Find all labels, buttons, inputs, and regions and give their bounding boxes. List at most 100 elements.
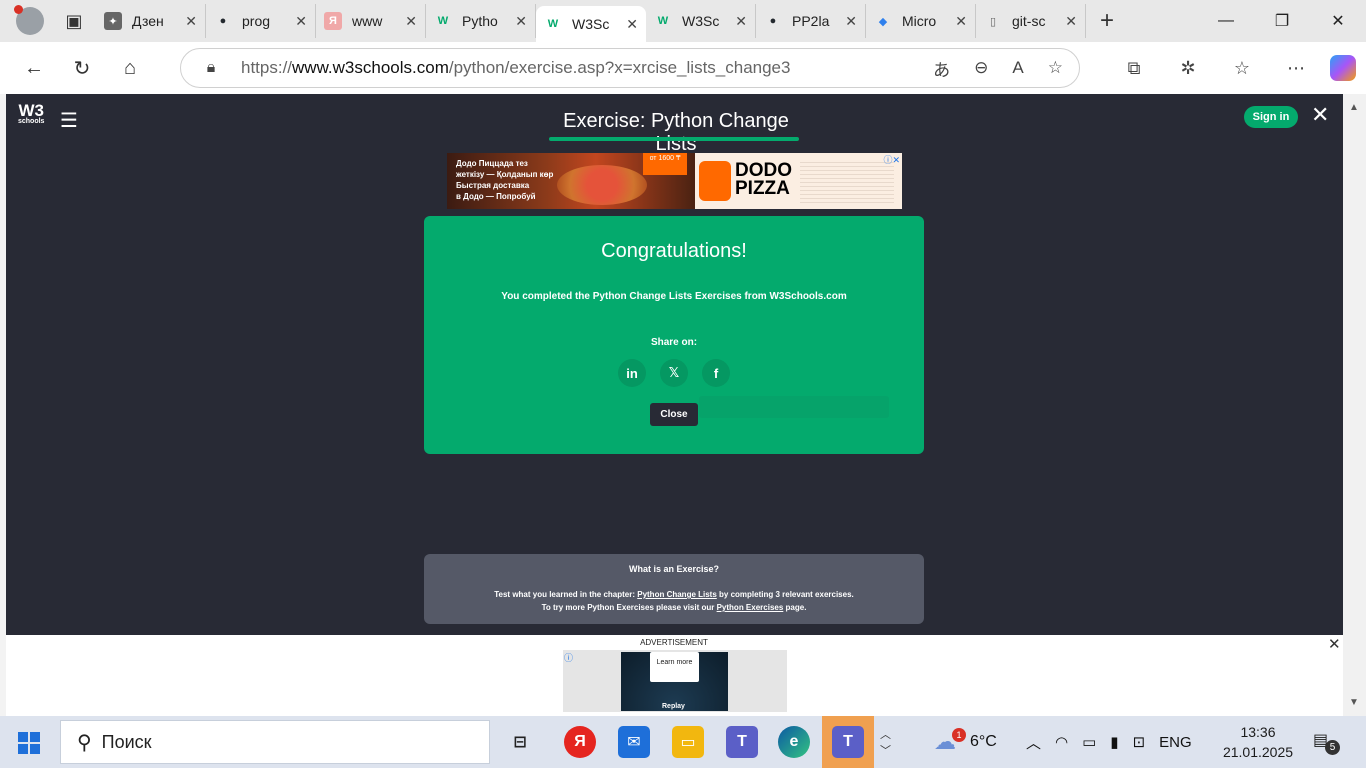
new-tab-button[interactable]: + [1100,7,1114,35]
close-tab-icon[interactable]: ✕ [626,16,638,33]
w3schools-logo[interactable]: W3 schools [18,102,44,126]
start-button[interactable] [18,732,40,754]
scroll-up-icon[interactable]: ▲ [1349,102,1359,113]
menu-icon[interactable]: ☰ [60,108,78,133]
yandex-icon: Я [324,12,342,30]
back-button[interactable]: ← [14,50,54,86]
window-controls: — ❐ ✕ [1198,0,1366,42]
favorite-star-icon[interactable]: ☆ [1048,58,1063,78]
close-tab-icon[interactable]: ✕ [515,13,527,30]
ad-brand: DODO PIZZA [735,160,792,199]
tab-title: git-sc [1012,13,1046,29]
language-indicator[interactable]: ENG [1159,734,1192,751]
favorites-icon[interactable]: ☆ [1222,50,1262,86]
more-menu-icon[interactable]: ⋯ [1276,50,1316,86]
tab-title: Micro [902,13,937,29]
what-is-exercise-panel: What is an Exercise? Test what you learn… [424,554,924,624]
learn-more-button[interactable]: Learn more [650,652,699,682]
browser-tab[interactable]: ◆ Micro ✕ [866,4,976,38]
x-twitter-icon[interactable]: 𝕏 [660,359,688,387]
minimize-button[interactable]: — [1198,0,1254,42]
tray-scroll[interactable]: ︿ ﹀ [880,716,891,768]
show-hidden-icons[interactable]: ︿ [1026,732,1041,753]
pizza-image [557,165,647,205]
linkedin-icon[interactable]: in [618,359,646,387]
teams-classic-icon[interactable]: T [832,726,864,758]
what-is-line-2: To try more Python Exercises please visi… [541,603,807,612]
close-exercise-icon[interactable]: ✕ [1311,102,1329,128]
close-button[interactable]: Close [650,403,698,426]
ad-info-icon[interactable]: ⓘ✕ [883,153,900,166]
tab-title: prog [242,13,271,29]
browser-tab[interactable]: W W3Sc ✕ [646,4,756,38]
close-tab-icon[interactable]: ✕ [845,13,857,30]
share-label: Share on: [650,337,698,348]
file-explorer-icon[interactable]: ▭ [672,726,704,758]
taskbar-clock[interactable]: 13:36 21.01.2025 [1208,722,1308,762]
tab-title: www [352,13,383,29]
lock-icon[interactable]: 🔒︎ [181,59,241,77]
page-content: W3 schools ☰ Exercise: Python Change List… [6,94,1343,635]
close-tab-icon[interactable]: ✕ [185,13,197,30]
close-tab-icon[interactable]: ✕ [295,13,307,30]
replay-button[interactable]: Replay [662,703,685,710]
microphone-icon[interactable]: ▮ [1110,733,1118,751]
home-button[interactable]: ⌂ [110,50,150,86]
chapter-link[interactable]: Python Change Lists [637,590,717,599]
top-advertisement[interactable]: Додо Пиццада тез жеткізу — Қолданып көр … [447,153,902,209]
copilot-icon[interactable] [1330,55,1356,81]
close-tab-icon[interactable]: ✕ [735,13,747,30]
ad-info-icon[interactable]: ⓘ [564,651,573,664]
page-icon: ▯ [989,15,997,28]
notification-count: 5 [1325,740,1340,755]
close-tab-icon[interactable]: ✕ [1065,13,1077,30]
profile-avatar[interactable] [14,5,44,35]
teams-icon[interactable]: T [726,726,758,758]
close-ad-icon[interactable]: ✕ [1328,635,1341,653]
network-icon[interactable]: ◠ [1055,733,1068,751]
browser-tab[interactable]: ● prog ✕ [206,4,316,38]
browser-tab[interactable]: ● PP2la ✕ [756,4,866,38]
ad-text: Додо Пиццада тез жеткізу — Қолданып көр … [456,159,554,201]
scroll-down-icon[interactable]: ▼ [1349,697,1359,708]
translate-icon[interactable]: あ [933,56,950,81]
browser-tab[interactable]: Яwww ✕ [316,4,426,38]
github-icon: ● [219,15,227,27]
collections-icon[interactable]: ⧉ [1114,50,1154,86]
close-window-button[interactable]: ✕ [1310,0,1366,42]
notification-icon[interactable]: ▤ 5 [1313,730,1340,755]
display-icon[interactable]: ⊡ [1133,733,1146,751]
dzen-icon: ✦ [104,12,122,30]
address-bar[interactable]: 🔒︎ https://www.w3schools.com/python/exer… [180,48,1080,88]
close-tab-icon[interactable]: ✕ [405,13,417,30]
url-text[interactable]: https://www.w3schools.com/python/exercis… [241,58,790,78]
taskbar-search[interactable]: ⚲ Поиск [60,720,490,764]
tab-actions-icon[interactable]: ▣ [56,6,92,36]
sign-in-button[interactable]: Sign in [1244,106,1298,128]
browser-tab[interactable]: ▯ git-sc ✕ [976,4,1086,38]
battery-icon[interactable]: ▭ [1082,733,1096,751]
congrats-heading: Congratulations! [601,240,747,262]
extensions-icon[interactable]: ✲ [1168,50,1208,86]
task-view-icon[interactable]: ⊟ [504,726,536,758]
python-exercises-link[interactable]: Python Exercises [717,603,784,612]
restore-button[interactable]: ❐ [1254,0,1310,42]
clock-date: 21.01.2025 [1222,744,1294,760]
w3schools-icon: W [547,18,559,30]
read-aloud-icon[interactable]: A [1012,58,1023,78]
facebook-icon[interactable]: f [702,359,730,387]
background-input-shadow [699,396,889,418]
close-tab-icon[interactable]: ✕ [955,13,967,30]
browser-tab[interactable]: W Pytho ✕ [426,4,536,38]
mail-icon[interactable]: ✉ [618,726,650,758]
zoom-icon[interactable]: ⊖ [974,58,988,78]
refresh-button[interactable]: ↻ [62,50,102,86]
yandex-browser-icon[interactable]: Я [564,726,596,758]
page-title: Exercise: Python Change Lists [563,110,789,155]
edge-icon[interactable]: e [778,726,810,758]
browser-tab[interactable]: ✦ Дзен ✕ [96,4,206,38]
page-scrollbar[interactable]: ▲ ▼ [1343,94,1366,716]
tab-title: PP2la [792,13,830,29]
weather-widget[interactable]: ☁ 1 6°C [934,716,997,768]
browser-tab[interactable]: W W3Sc ✕ [536,6,646,42]
